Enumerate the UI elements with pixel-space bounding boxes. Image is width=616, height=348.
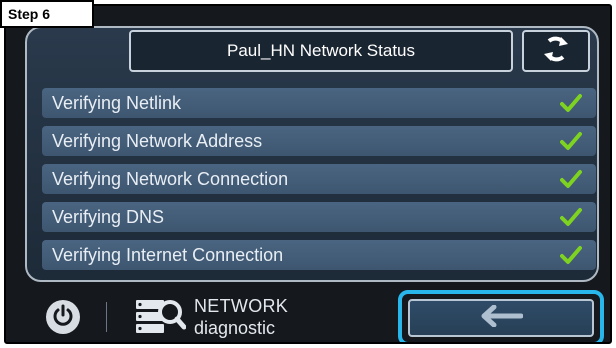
device-screen: Paul_HN Network Status Verifying Netlink… <box>4 4 612 344</box>
page-title: Paul_HN Network Status <box>226 41 416 60</box>
network-search-icon <box>134 296 187 336</box>
list-item: Verifying Network Connection <box>42 164 596 194</box>
list-item: Verifying Network Address <box>42 126 596 156</box>
step-label: Step 6 <box>0 0 94 28</box>
list-item: Verifying DNS <box>42 202 596 232</box>
checkmark-icon <box>560 93 582 113</box>
check-label: Verifying Netlink <box>52 92 182 113</box>
checkmark-icon <box>560 245 582 265</box>
checkmark-icon <box>560 169 582 189</box>
check-label: Verifying DNS <box>52 206 165 227</box>
power-button[interactable] <box>46 300 80 334</box>
refresh-button[interactable] <box>522 30 590 72</box>
check-label: Verifying Internet Connection <box>52 244 284 265</box>
network-label: NETWORK <box>194 296 289 316</box>
network-status-title-box: Paul_HN Network Status <box>129 30 513 72</box>
back-arrow-icon <box>479 304 524 332</box>
back-button[interactable] <box>408 299 594 337</box>
diagnostic-label: diagnostic <box>194 318 276 338</box>
checkmark-icon <box>560 131 582 151</box>
divider <box>106 302 107 332</box>
refresh-icon <box>541 35 571 68</box>
check-list: Verifying Netlink Verifying Network Addr… <box>42 88 596 278</box>
check-label: Verifying Network Address <box>52 130 263 151</box>
list-item: Verifying Internet Connection <box>42 240 596 270</box>
checkmark-icon <box>560 207 582 227</box>
back-button-highlight <box>398 290 604 342</box>
list-item: Verifying Netlink <box>42 88 596 118</box>
power-icon <box>52 304 74 331</box>
check-label: Verifying Network Connection <box>52 168 289 189</box>
bottom-bar: NETWORK diagnostic <box>6 288 610 342</box>
